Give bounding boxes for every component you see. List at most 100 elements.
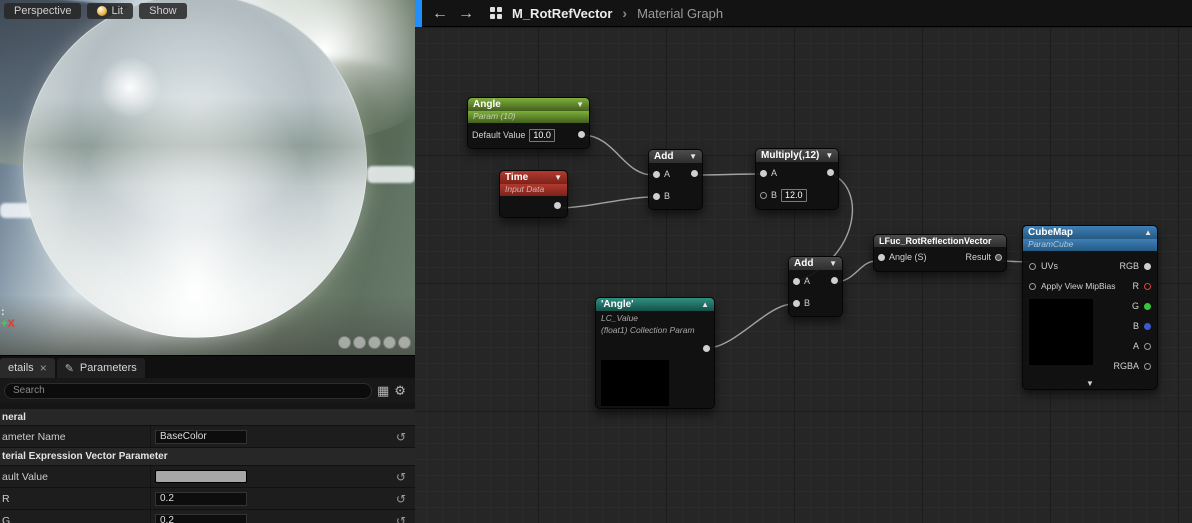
add2-input-a-label: A <box>804 276 811 286</box>
show-button[interactable]: Show <box>139 3 187 19</box>
tab-parameters-label: Parameters <box>79 362 137 374</box>
node-collection-header[interactable]: 'Angle' ▲ <box>596 298 714 311</box>
cubemap-outputs: RGB R G B A RGBA <box>1023 256 1157 376</box>
node-time-header[interactable]: Time ▼ <box>500 171 567 184</box>
collection-output-pin[interactable] <box>703 345 710 352</box>
node-add-2[interactable]: Add ▼ A B <box>788 256 843 317</box>
g-channel-control: 0.2 <box>150 510 387 523</box>
parameter-name-field[interactable]: BaseColor <box>155 429 247 444</box>
time-output-pin[interactable] <box>554 202 561 209</box>
cubemap-b-pin[interactable] <box>1144 322 1151 330</box>
reset-parameter-name-button[interactable]: ↺ <box>387 430 415 444</box>
properties-list: neral ameter Name BaseColor ↺ terial Exp… <box>0 409 415 523</box>
color-swatch[interactable] <box>155 470 247 483</box>
angle-default-value-label: Default Value <box>472 130 526 140</box>
material-graph-canvas[interactable]: ← → M_RotRefVector › Material Graph Angl… <box>415 0 1192 523</box>
node-add1-header[interactable]: Add ▼ <box>649 150 702 163</box>
chevron-down-icon[interactable]: ▼ <box>829 259 837 268</box>
node-lfuc-rotreflectionvector[interactable]: LFuc_RotReflectionVector Angle (S) Resul… <box>873 234 1007 272</box>
add2-input-b-pin[interactable] <box>793 299 800 307</box>
chevron-up-icon[interactable]: ▲ <box>701 300 709 309</box>
axis-gizmo: : +X <box>1 306 15 330</box>
cubemap-g-pin[interactable] <box>1144 302 1151 310</box>
node-cubemap-header[interactable]: CubeMap ▲ <box>1023 226 1157 239</box>
chevron-down-icon[interactable]: ▼ <box>576 100 584 109</box>
node-add1-title: Add <box>654 151 674 162</box>
node-angle-param[interactable]: Angle ▼ Param (10) Default Value 10.0 <box>467 97 590 149</box>
cubemap-rgb-label: RGB <box>1119 261 1139 271</box>
breadcrumb-material-name[interactable]: M_RotRefVector <box>512 6 612 21</box>
cubemap-a-pin[interactable] <box>1144 342 1151 350</box>
lit-button[interactable]: Lit <box>87 3 134 19</box>
section-general-label: neral <box>2 411 26 423</box>
viewport-corner-icon-3[interactable] <box>368 336 381 349</box>
lit-mode-icon <box>97 6 108 16</box>
r-channel-field[interactable]: 0.2 <box>155 491 247 506</box>
gear-icon[interactable]: ⚙ <box>394 383 406 399</box>
add1-output-pin[interactable] <box>691 170 698 177</box>
node-add2-header[interactable]: Add ▼ <box>789 257 842 270</box>
node-lfuc-header[interactable]: LFuc_RotReflectionVector <box>874 235 1006 247</box>
multiply-input-a-pin[interactable] <box>760 169 767 177</box>
g-channel-field[interactable]: 0.2 <box>155 513 247 523</box>
add1-input-b-pin[interactable] <box>653 192 660 200</box>
multiply-b-value-field[interactable]: 12.0 <box>781 188 807 202</box>
cubemap-expand-icon[interactable]: ▼ <box>1086 379 1094 388</box>
back-button[interactable]: ← <box>432 0 448 27</box>
preview-viewport[interactable]: Perspective Lit Show : +X <box>0 0 415 355</box>
add2-output-pin[interactable] <box>831 277 838 284</box>
angle-output-pin[interactable] <box>578 131 585 138</box>
chevron-down-icon[interactable]: ▼ <box>825 151 833 160</box>
search-options: ▦ ⚙ <box>377 383 406 399</box>
close-icon[interactable]: × <box>40 361 47 375</box>
show-label: Show <box>149 5 177 17</box>
node-multiply-header[interactable]: Multiply(,12) ▼ <box>756 149 838 162</box>
forward-button[interactable]: → <box>458 0 474 27</box>
viewport-corner-icon-1[interactable] <box>338 336 351 349</box>
viewport-corner-icon-4[interactable] <box>383 336 396 349</box>
chevron-up-icon[interactable]: ▲ <box>1144 228 1152 237</box>
cubemap-r-pin[interactable] <box>1144 282 1151 290</box>
cubemap-a-label: A <box>1132 341 1139 351</box>
chevron-down-icon[interactable]: ▼ <box>689 152 697 161</box>
toolbar-accent <box>415 0 422 27</box>
node-cubemap[interactable]: CubeMap ▲ ParamCube UVs Apply View MipBi… <box>1022 225 1158 390</box>
cubemap-rgba-pin[interactable] <box>1144 362 1151 370</box>
add1-input-a-pin[interactable] <box>653 170 660 178</box>
breadcrumb-section[interactable]: Material Graph <box>637 6 723 21</box>
reset-default-value-button[interactable]: ↺ <box>387 470 415 484</box>
multiply-input-b-pin[interactable] <box>760 191 767 199</box>
cubemap-rgb-pin[interactable] <box>1144 262 1151 270</box>
lfuc-output-pin[interactable] <box>995 253 1002 261</box>
breadcrumb-separator-icon: › <box>622 5 628 21</box>
multiply-output-pin[interactable] <box>827 169 834 176</box>
add2-input-a-pin[interactable] <box>793 277 800 285</box>
tab-details-label: etails <box>8 362 34 374</box>
section-general[interactable]: neral <box>0 409 415 426</box>
add1-input-a-label: A <box>664 169 671 179</box>
chevron-down-icon[interactable]: ▼ <box>554 173 562 182</box>
node-add-1[interactable]: Add ▼ A B <box>648 149 703 210</box>
g-channel-label: G <box>2 514 11 523</box>
perspective-button[interactable]: Perspective <box>4 3 82 19</box>
lfuc-input-pin[interactable] <box>878 253 885 261</box>
node-angle-header[interactable]: Angle ▼ <box>468 98 589 111</box>
angle-default-value-field[interactable]: 10.0 <box>529 128 555 142</box>
viewport-corner-icon-2[interactable] <box>353 336 366 349</box>
node-angle-collection[interactable]: 'Angle' ▲ LC_Value (float1) Collection P… <box>595 297 715 409</box>
viewport-corner-icon-5[interactable] <box>398 336 411 349</box>
node-cubemap-subtitle: ParamCube <box>1023 239 1157 251</box>
section-vector-parameter[interactable]: terial Expression Vector Parameter <box>0 448 415 466</box>
reset-r-button[interactable]: ↺ <box>387 492 415 506</box>
search-input[interactable]: Search <box>4 382 372 399</box>
grid-view-icon[interactable]: ▦ <box>377 383 389 399</box>
reset-g-button[interactable]: ↺ <box>387 514 415 523</box>
r-channel-control: 0.2 <box>150 488 387 509</box>
tab-details[interactable]: etails × <box>0 358 55 378</box>
node-time[interactable]: Time ▼ Input Data <box>499 170 568 218</box>
wire-time-to-add <box>557 196 654 209</box>
node-multiply[interactable]: Multiply(,12) ▼ A B 12.0 <box>755 148 839 210</box>
tab-parameters[interactable]: ✎ Parameters <box>56 358 145 378</box>
node-angle-title: Angle <box>473 99 501 110</box>
multiply-input-b-label: B <box>771 190 778 200</box>
